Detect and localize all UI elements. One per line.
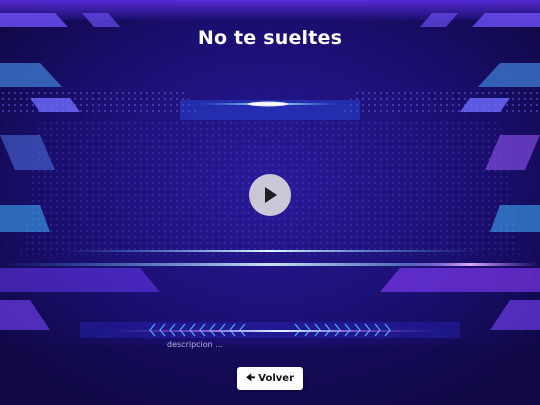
play-icon: [265, 187, 277, 203]
arrow-left-icon: 🠈: [245, 372, 256, 384]
back-button-label: Volver: [258, 373, 295, 384]
back-button[interactable]: 🠈 Volver: [237, 367, 303, 390]
play-button[interactable]: [249, 174, 291, 216]
page-title: No te sueltes: [197, 27, 343, 49]
video-description: descripcion ...: [167, 340, 223, 349]
